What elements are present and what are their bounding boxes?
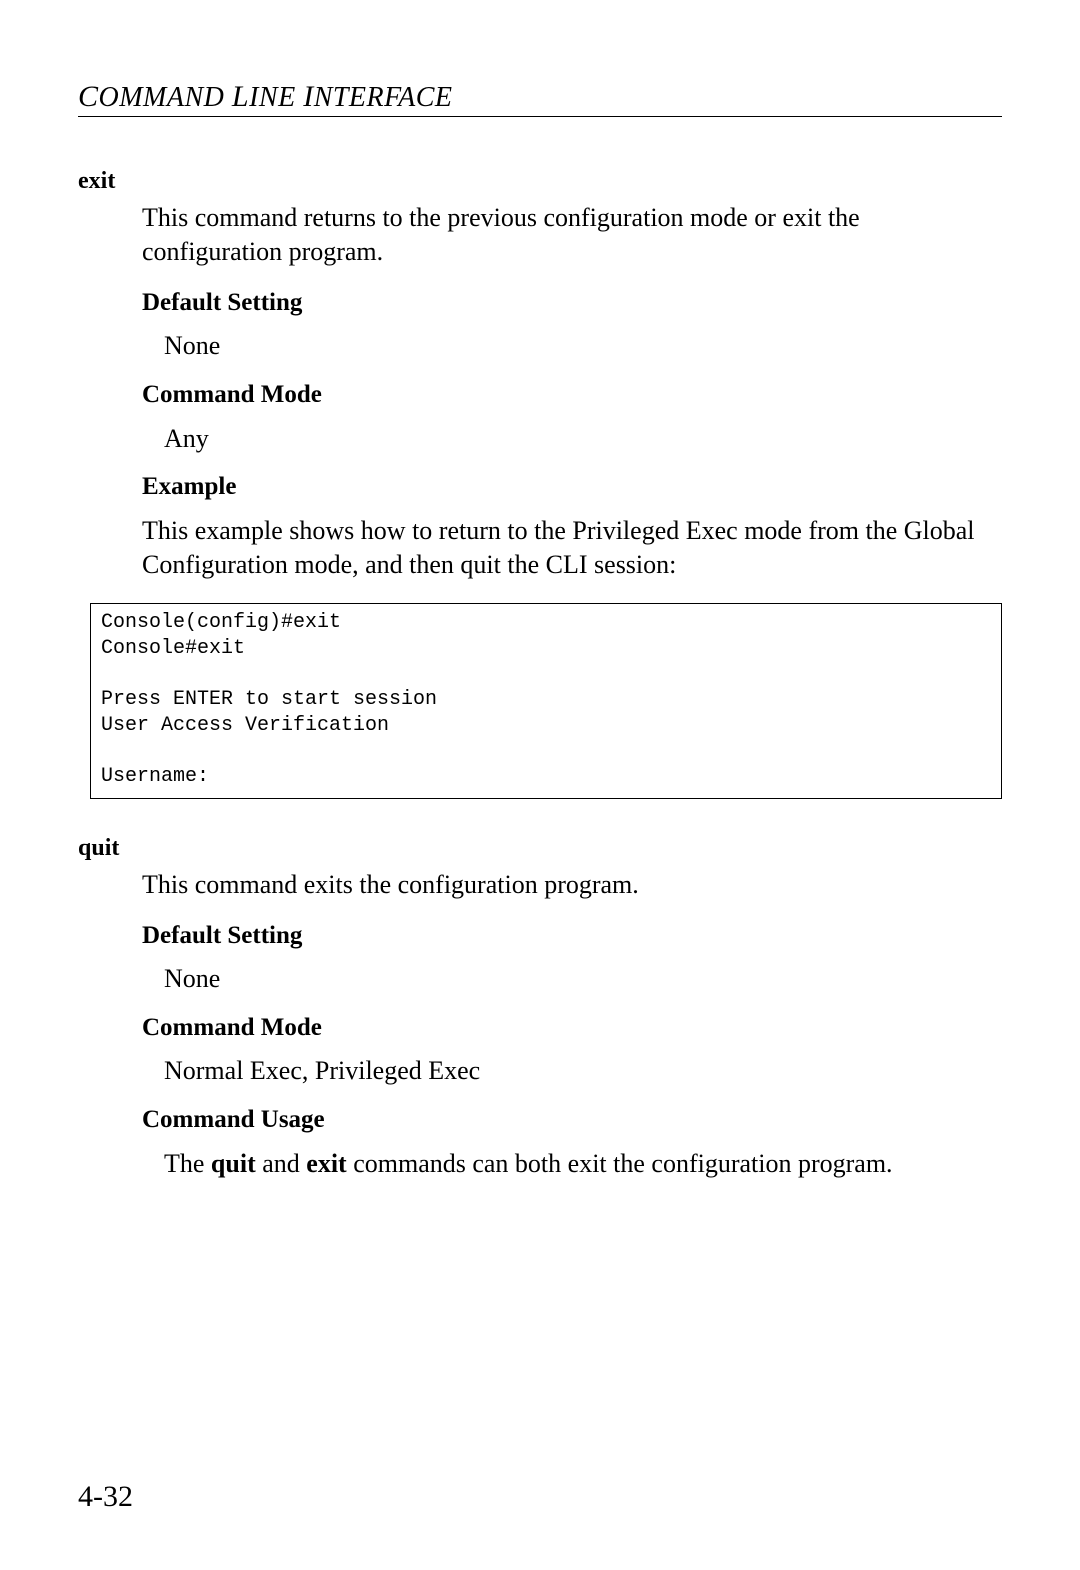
exit-example-intro: This example shows how to return to the …	[142, 514, 1002, 582]
page-number: 4-32	[78, 1480, 133, 1514]
quit-body: This command exits the configuration pro…	[142, 868, 1002, 1181]
quit-command-mode-heading: Command Mode	[142, 1012, 1002, 1045]
quit-command-usage-heading: Command Usage	[142, 1104, 1002, 1137]
exit-default-setting-value: None	[164, 329, 1002, 363]
usage-suffix: commands can both exit the configuration…	[347, 1149, 893, 1178]
header-rule	[78, 116, 1002, 117]
usage-prefix: The	[164, 1149, 211, 1178]
content-area: exit This command returns to the previou…	[78, 160, 1002, 1197]
command-name-exit: exit	[78, 166, 1002, 197]
exit-example-heading: Example	[142, 471, 1002, 504]
exit-example-code: Console(config)#exit Console#exit Press …	[90, 603, 1002, 798]
running-header: COMMAND LINE INTERFACE	[78, 80, 453, 114]
quit-default-setting-value: None	[164, 962, 1002, 996]
page: COMMAND LINE INTERFACE exit This command…	[0, 0, 1080, 1570]
quit-command-mode-value: Normal Exec, Privileged Exec	[164, 1054, 1002, 1088]
exit-body: This command returns to the previous con…	[142, 201, 1002, 581]
quit-command-usage-text: The quit and exit commands can both exit…	[164, 1147, 1002, 1181]
usage-mid: and	[256, 1149, 307, 1178]
quit-default-setting-heading: Default Setting	[142, 920, 1002, 953]
usage-bold-quit: quit	[211, 1149, 256, 1178]
usage-bold-exit: exit	[306, 1149, 346, 1178]
exit-default-setting-heading: Default Setting	[142, 287, 1002, 320]
exit-command-mode-heading: Command Mode	[142, 379, 1002, 412]
exit-description: This command returns to the previous con…	[142, 201, 1002, 269]
exit-command-mode-value: Any	[164, 422, 1002, 456]
quit-description: This command exits the configuration pro…	[142, 868, 1002, 902]
command-name-quit: quit	[78, 833, 1002, 864]
